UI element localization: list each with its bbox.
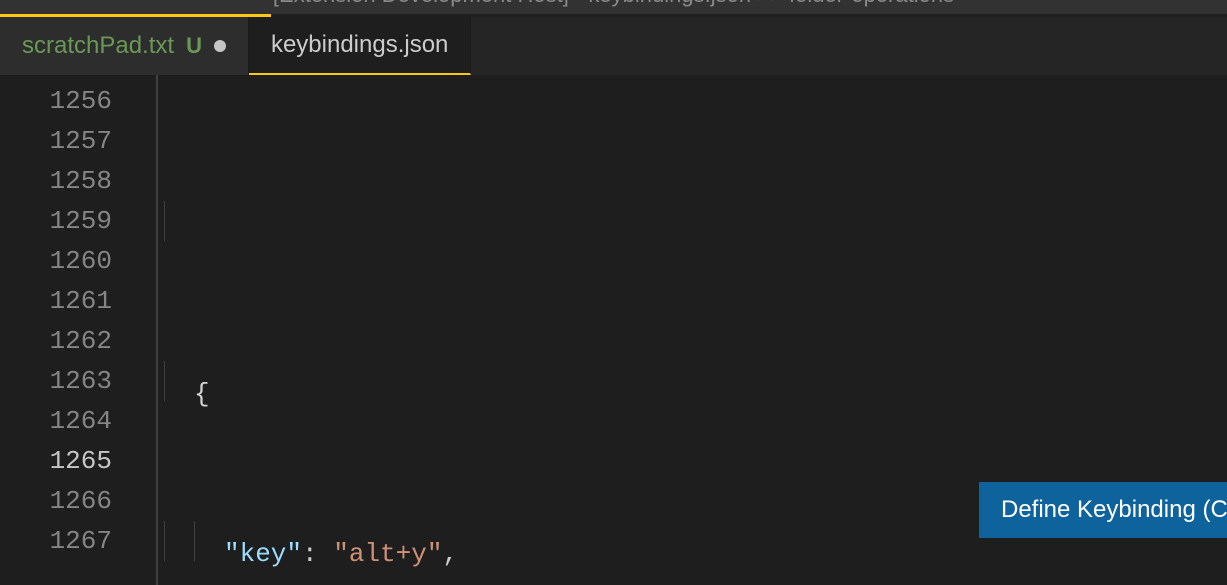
line-number-gutter: 1256125712581259126012611262126312641265…: [0, 75, 158, 585]
line-number: 1257: [0, 121, 156, 161]
window-title: [Extension Development Host] - keybindin…: [273, 0, 954, 8]
tab-label: keybindings.json: [271, 31, 448, 59]
tab-label: scratchPad.txt: [22, 32, 174, 60]
line-number: 1266: [0, 481, 156, 521]
button-label: Define Keybinding (C: [1001, 496, 1227, 523]
json-key: "key": [224, 534, 302, 574]
tab-keybindings[interactable]: keybindings.json: [249, 17, 471, 75]
line-number: 1260: [0, 241, 156, 281]
line-number: 1258: [0, 161, 156, 201]
line-number: 1265: [0, 441, 156, 481]
dirty-indicator-icon: [214, 40, 226, 52]
line-number: 1267: [0, 521, 156, 561]
line-number: 1261: [0, 281, 156, 321]
line-number: 1264: [0, 401, 156, 441]
tab-bar: scratchPad.txt U keybindings.json: [0, 17, 1227, 75]
line-number: 1259: [0, 201, 156, 241]
tab-status-badge: U: [186, 33, 202, 59]
define-keybinding-button[interactable]: Define Keybinding (C: [979, 482, 1227, 538]
title-bar: [Extension Development Host] - keybindin…: [0, 0, 1227, 14]
tab-scratchpad[interactable]: scratchPad.txt U: [0, 17, 249, 75]
line-number: 1262: [0, 321, 156, 361]
json-string: "alt+y": [333, 534, 442, 574]
line-number: 1256: [0, 81, 156, 121]
line-number: 1263: [0, 361, 156, 401]
editor[interactable]: 1256125712581259126012611262126312641265…: [0, 75, 1227, 585]
brace-open: {: [194, 374, 210, 414]
